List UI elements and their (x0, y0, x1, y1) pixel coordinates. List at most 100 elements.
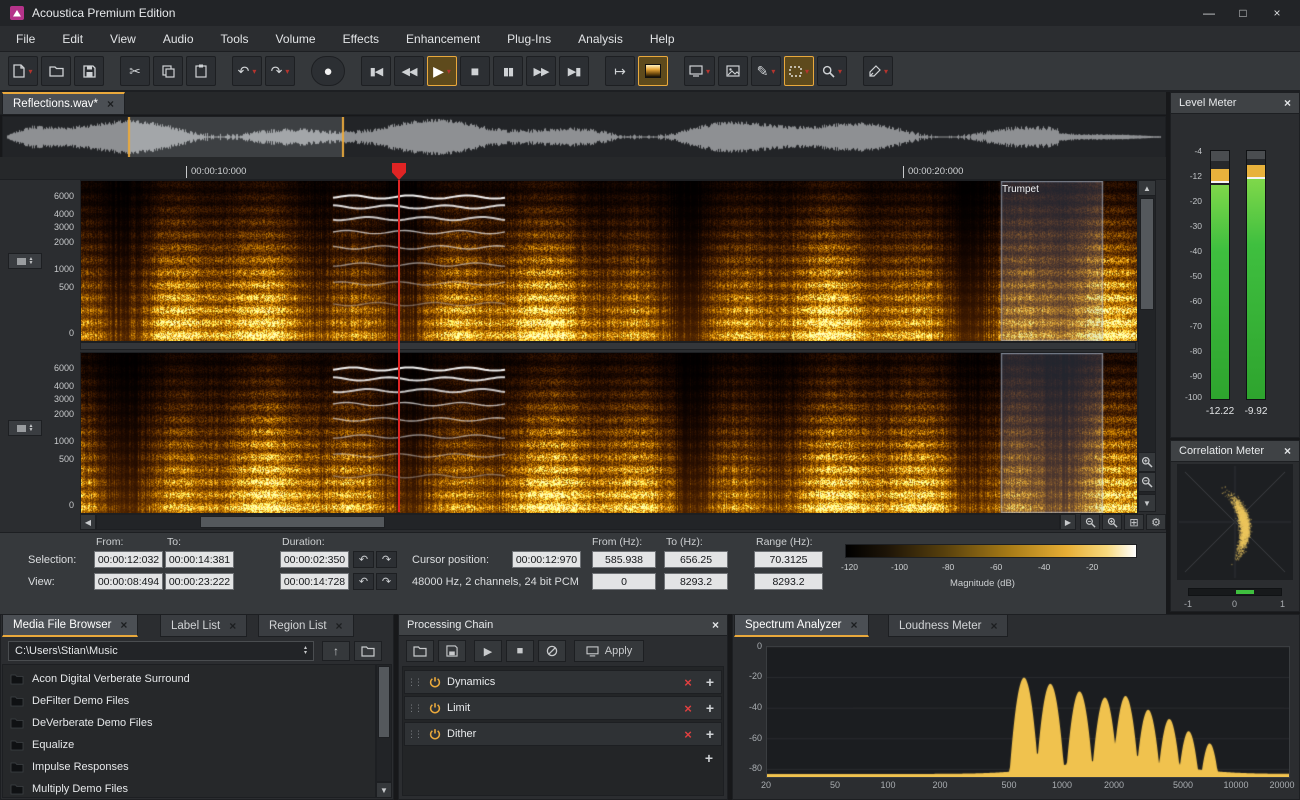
chain-save-button[interactable] (438, 640, 466, 662)
waveform-overview-canvas[interactable] (2, 116, 1166, 158)
menu-volume[interactable]: Volume (276, 32, 316, 46)
view-range-hz-field[interactable]: 8293.2 (754, 573, 823, 590)
power-icon[interactable] (429, 728, 441, 740)
play-range-button[interactable]: ↦ (605, 56, 635, 86)
paste-button[interactable] (186, 56, 216, 86)
time-zoom-out-button[interactable] (1080, 514, 1100, 530)
spectrogram-channel-2[interactable] (80, 352, 1138, 514)
folder-item[interactable]: Multiply Demo Files (6, 778, 370, 800)
new-file-button[interactable]: ▾ (8, 56, 38, 86)
scroll-left-button[interactable]: ◀ (80, 514, 96, 530)
media-path-select[interactable]: C:\Users\Stian\Music ▴▾ (8, 641, 314, 661)
view-settings-button[interactable]: ⚙ (1146, 514, 1166, 530)
undo-caret-icon[interactable]: ▾ (252, 67, 256, 76)
menu-view[interactable]: View (110, 32, 136, 46)
tab-close-icon[interactable]: × (229, 619, 236, 633)
panel-close-icon[interactable]: × (1284, 444, 1291, 458)
save-file-button[interactable] (74, 56, 104, 86)
zoom-tool-caret-icon[interactable]: ▾ (838, 67, 842, 76)
copy-button[interactable] (153, 56, 183, 86)
monitor-tool-button[interactable]: ▾ (684, 56, 715, 86)
view-from-hz-field[interactable]: 0 (592, 573, 656, 590)
vertical-zoom-out-button[interactable] (1138, 472, 1156, 492)
power-icon[interactable] (429, 676, 441, 688)
cursor-position-field[interactable]: 00:00:12:970 (512, 551, 581, 568)
channel1-size-control[interactable]: ▲▼ (8, 253, 42, 269)
view-from-field[interactable]: 00:00:08:494 (94, 573, 163, 590)
tab-close-icon[interactable]: × (336, 619, 343, 633)
tab-loudness-meter[interactable]: Loudness Meter × (888, 614, 1008, 637)
spectrogram-channel-1[interactable] (80, 180, 1138, 342)
menu-audio[interactable]: Audio (163, 32, 194, 46)
chain-apply-button[interactable]: Apply (574, 640, 644, 662)
fast-forward-button[interactable]: ▶▶ (526, 56, 556, 86)
rewind-button[interactable]: ◀◀ (394, 56, 424, 86)
media-scroll-down-button[interactable]: ▼ (376, 782, 392, 798)
remove-item-icon[interactable]: × (677, 701, 699, 716)
go-to-end-button[interactable]: ▶▮ (559, 56, 589, 86)
folder-item[interactable]: Equalize (6, 734, 370, 756)
channel-resize-arrows-icon[interactable]: ▲▼ (29, 257, 34, 265)
tab-label-list[interactable]: Label List × (160, 614, 247, 637)
playhead-line[interactable] (398, 180, 400, 512)
new-folder-button[interactable] (354, 641, 382, 661)
zoom-tool-button[interactable]: ▾ (817, 56, 847, 86)
folder-item[interactable]: DeVerberate Demo Files (6, 712, 370, 734)
document-tab[interactable]: Reflections.wav* × (2, 92, 125, 115)
menu-effects[interactable]: Effects (343, 32, 379, 46)
open-file-button[interactable] (41, 56, 71, 86)
time-zoom-in-button[interactable] (1102, 514, 1122, 530)
new-file-caret-icon[interactable]: ▾ (28, 67, 32, 76)
scroll-right-button[interactable]: ▶ (1060, 514, 1076, 530)
selection-from-hz-field[interactable]: 585.938 (592, 551, 656, 568)
chain-append-icon[interactable]: + (698, 750, 720, 766)
spinner-down-icon[interactable]: ▾ (304, 651, 307, 656)
go-to-start-button[interactable]: ▮◀ (361, 56, 391, 86)
selection-undo-button[interactable]: ↶ (353, 551, 374, 568)
play-caret-icon[interactable]: ▾ (447, 67, 451, 76)
record-button[interactable]: ● (311, 56, 345, 86)
add-item-icon[interactable]: + (699, 674, 721, 690)
panel-close-icon[interactable]: × (712, 618, 719, 632)
close-button[interactable]: × (1264, 6, 1290, 20)
selection-from-field[interactable]: 00:00:12:032 (94, 551, 163, 568)
drag-handle-icon[interactable]: ⋮⋮ (405, 729, 423, 740)
folder-up-button[interactable]: ↑ (322, 641, 350, 661)
folder-item[interactable]: Impulse Responses (6, 756, 370, 778)
zoom-fit-button[interactable]: ⊞ (1124, 514, 1144, 530)
remove-item-icon[interactable]: × (677, 727, 699, 742)
vertical-zoom-in-button[interactable] (1138, 452, 1156, 472)
tab-close-icon[interactable]: × (851, 618, 858, 632)
tab-close-icon[interactable]: × (990, 619, 997, 633)
cut-button[interactable]: ✂ (120, 56, 150, 86)
menu-analysis[interactable]: Analysis (578, 32, 623, 46)
selection-to-hz-field[interactable]: 656.25 (664, 551, 728, 568)
scroll-up-button[interactable]: ▲ (1138, 180, 1156, 196)
chain-item-limit[interactable]: ⋮⋮ Limit × + (404, 696, 722, 720)
pause-button[interactable]: ▮▮ (493, 56, 523, 86)
retouch-tool-button[interactable]: ▾ (863, 56, 893, 86)
redo-button[interactable]: ↷▾ (265, 56, 295, 86)
draw-tool-caret-icon[interactable]: ▾ (771, 67, 775, 76)
vertical-scrollbar-thumb[interactable] (1140, 198, 1154, 310)
selection-duration-field[interactable]: 00:00:02:350 (280, 551, 349, 568)
selection-range-hz-field[interactable]: 70.3125 (754, 551, 823, 568)
undo-button[interactable]: ↶▾ (232, 56, 262, 86)
document-tab-close-icon[interactable]: × (107, 97, 114, 111)
draw-tool-button[interactable]: ✎▾ (751, 56, 781, 86)
panel-close-icon[interactable]: × (1284, 96, 1291, 110)
view-undo-button[interactable]: ↶ (353, 573, 374, 590)
menu-edit[interactable]: Edit (62, 32, 83, 46)
menu-plugins[interactable]: Plug-Ins (507, 32, 551, 46)
tab-spectrum-analyzer[interactable]: Spectrum Analyzer × (734, 614, 869, 637)
chain-item-dither[interactable]: ⋮⋮ Dither × + (404, 722, 722, 746)
play-button[interactable]: ▶▾ (427, 56, 457, 86)
drag-handle-icon[interactable]: ⋮⋮ (405, 703, 423, 714)
scroll-down-button[interactable]: ▼ (1138, 494, 1156, 512)
chain-play-button[interactable]: ▶ (474, 640, 502, 662)
add-item-icon[interactable]: + (699, 726, 721, 742)
stop-button[interactable]: ■ (460, 56, 490, 86)
chain-stop-button[interactable]: ■ (506, 640, 534, 662)
retouch-caret-icon[interactable]: ▾ (884, 67, 888, 76)
redo-caret-icon[interactable]: ▾ (285, 67, 289, 76)
